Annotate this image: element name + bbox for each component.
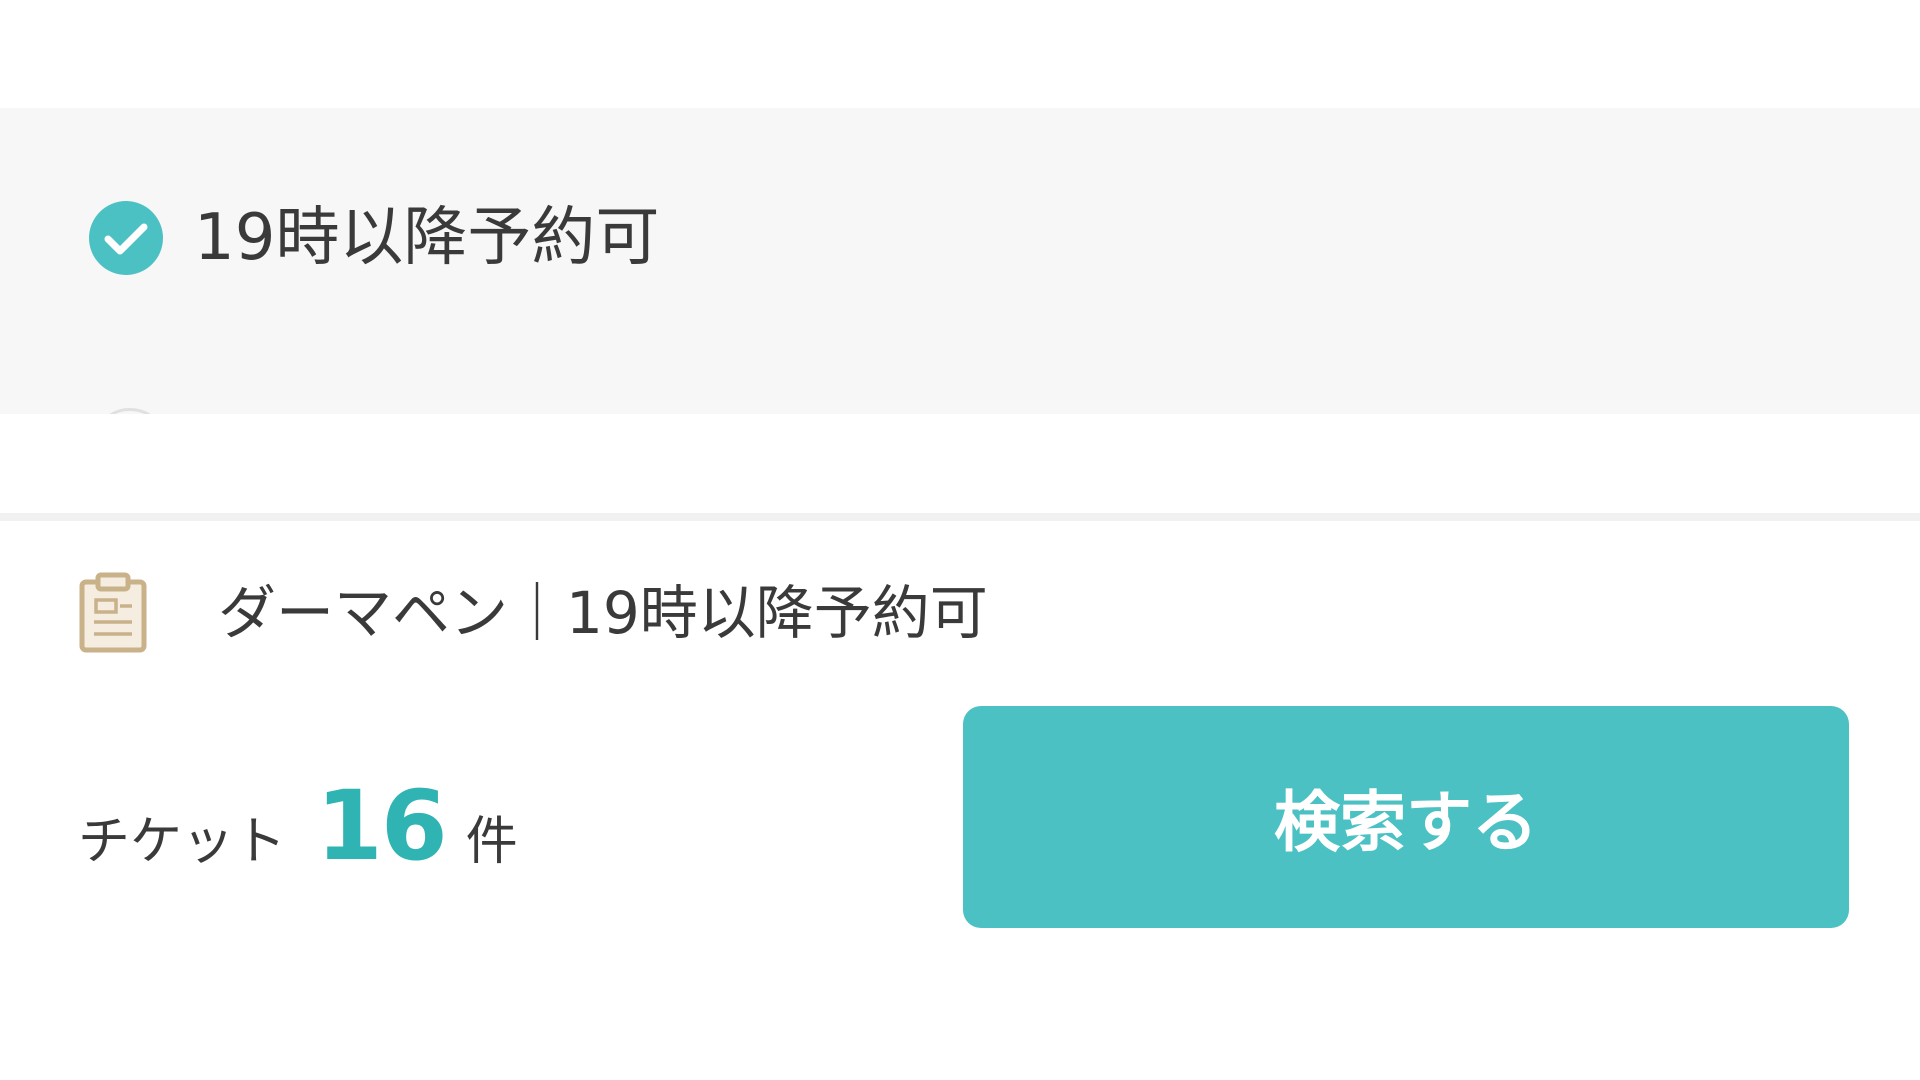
clipboard-icon	[78, 572, 148, 654]
summary-text: ダーマペン｜19時以降予約可	[218, 579, 988, 647]
radio-circle-icon[interactable]	[92, 408, 168, 414]
result-count-prefix: チケット	[78, 812, 287, 872]
filter-option-after-19[interactable]: 19時以降予約可	[88, 200, 659, 276]
result-count: チケット 16 件	[78, 770, 518, 882]
search-button[interactable]: 検索する	[963, 706, 1849, 928]
filter-option-label: 19時以降予約可	[194, 201, 660, 275]
result-count-suffix: 件	[465, 812, 518, 872]
search-filter-screen: 19時以降予約可 ダーマペン｜19時以降予約可 チケット 16 件 検索する	[0, 0, 1920, 1080]
section-divider	[0, 513, 1920, 521]
filter-options-panel: 19時以降予約可	[0, 108, 1920, 414]
result-count-number: 16	[316, 770, 448, 882]
selected-conditions-summary: ダーマペン｜19時以降予約可	[78, 572, 988, 654]
check-circle-icon[interactable]	[88, 200, 164, 276]
